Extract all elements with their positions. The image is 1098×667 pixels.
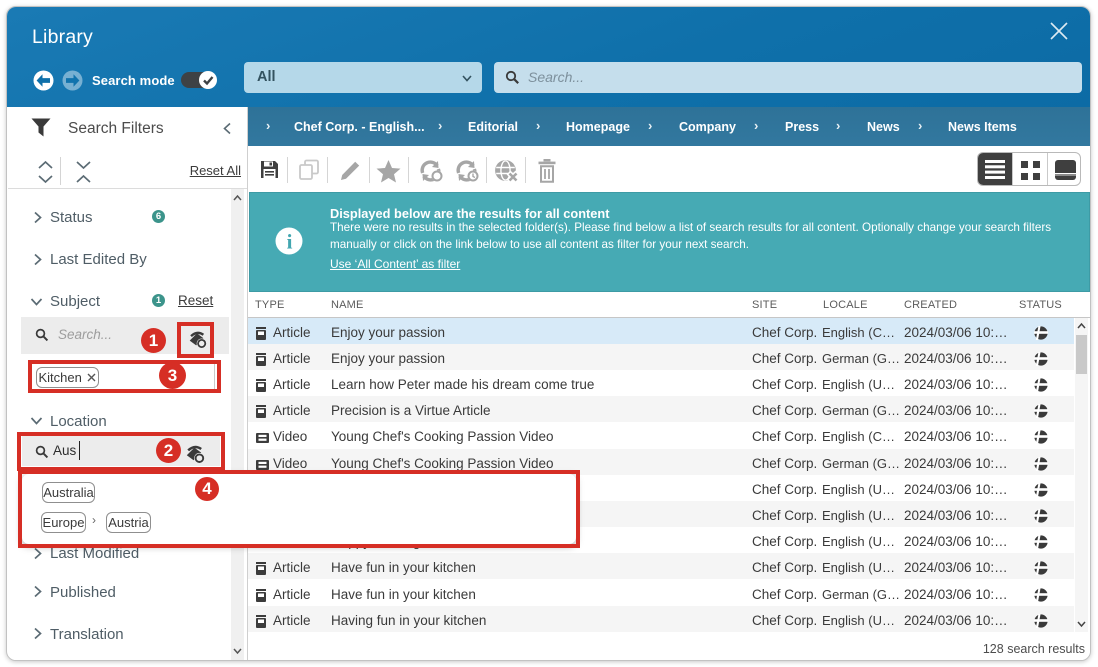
svg-text:i: i [287, 230, 293, 254]
